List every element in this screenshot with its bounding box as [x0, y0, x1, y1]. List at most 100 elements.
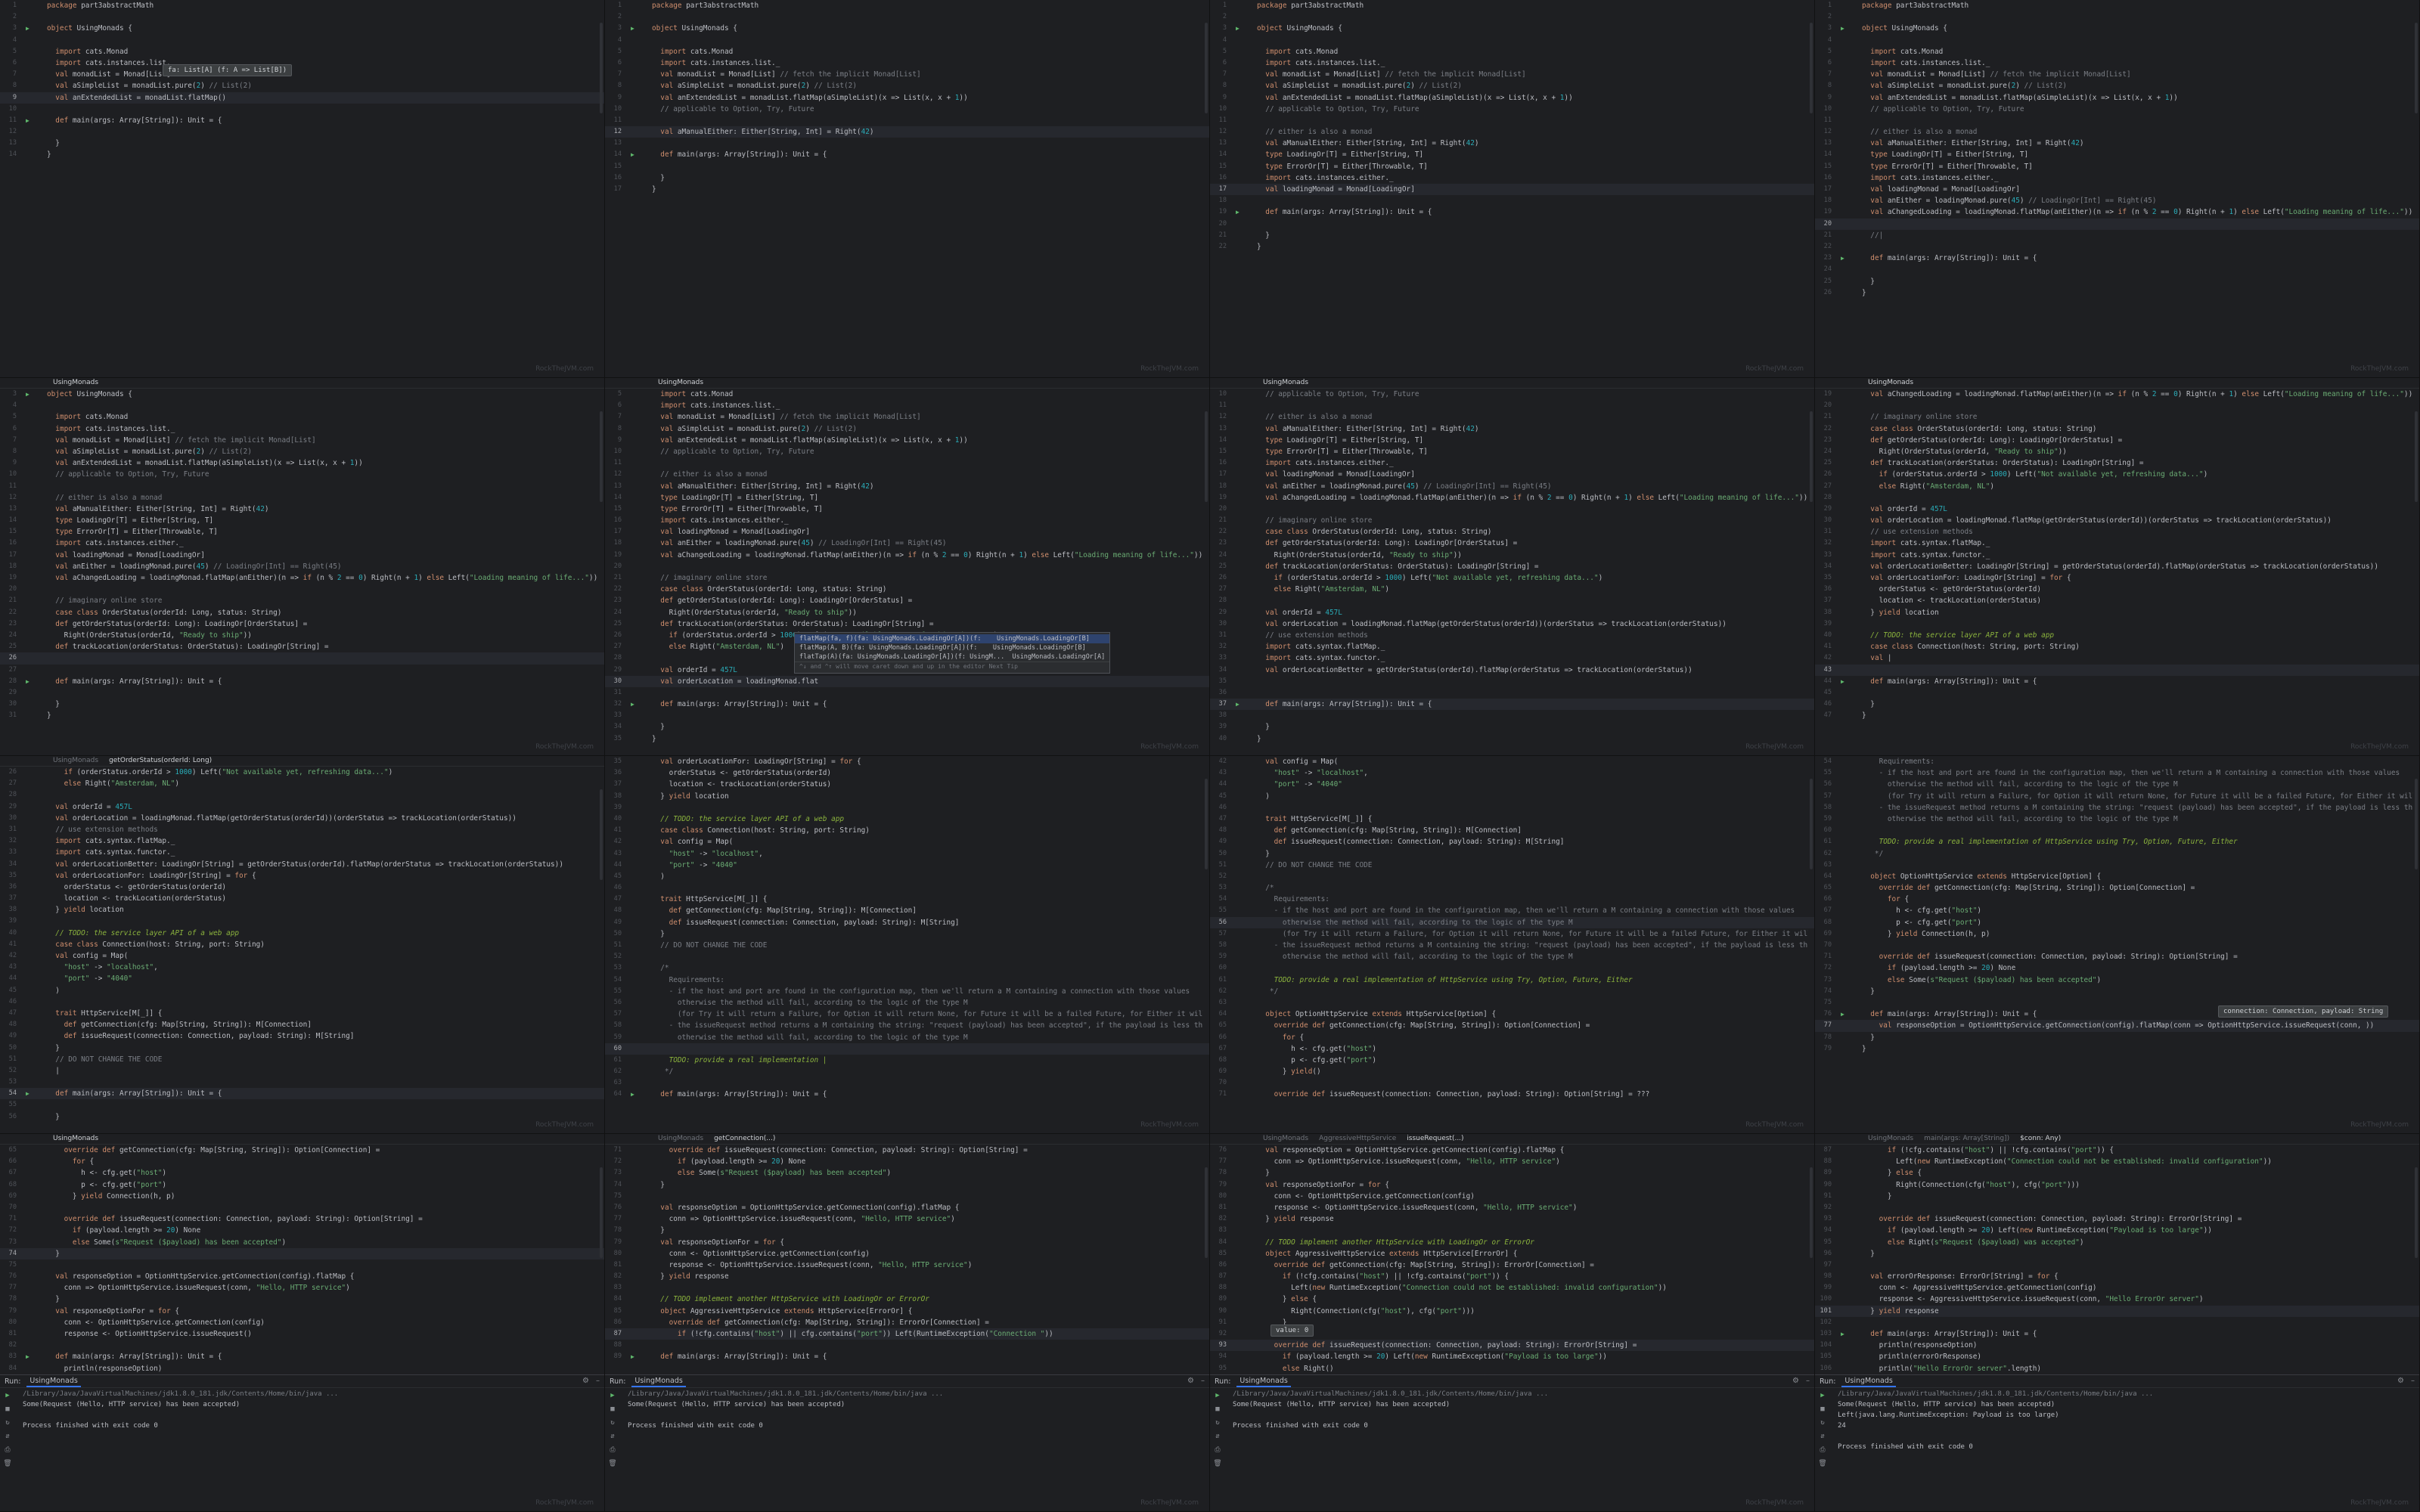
console-output[interactable]: /Library/Java/JavaVirtualMachines/jdk1.8… — [1838, 1389, 2413, 1452]
code-line[interactable]: 6 import cats.instances.list._ — [1815, 57, 2419, 69]
code-line[interactable]: 73 else Some(s"Request ($payload) has be… — [1815, 974, 2419, 986]
restore-icon[interactable]: ↻ — [610, 1418, 614, 1427]
code-line[interactable]: 70 — [1210, 1077, 1814, 1089]
code-line[interactable]: 74 } — [0, 1247, 604, 1259]
code-line[interactable]: 76 val responseOption = OptionHttpServic… — [605, 1202, 1209, 1213]
code-line[interactable]: 59 otherwise the method will fail, accor… — [1815, 813, 2419, 825]
code-line[interactable]: 5 import cats.Monad — [0, 46, 604, 57]
code-line[interactable]: 71 override def issueRequest(connection:… — [0, 1213, 604, 1225]
code-line[interactable]: 19 val aChangedLoading = loadingMonad.fl… — [1210, 492, 1814, 503]
code-line[interactable]: 53 — [0, 1077, 604, 1088]
code-line[interactable]: 77 conn => OptionHttpService.issueReques… — [605, 1213, 1209, 1225]
code-line[interactable]: ▶ 3 object UsingMonads { — [0, 23, 604, 34]
completion-item[interactable]: flatTap(A)(fa: UsingMonads.LoadingOr[A])… — [795, 652, 1109, 662]
code-line[interactable]: 87 if (!cfg.contains("host") || !cfg.con… — [1210, 1271, 1814, 1282]
code-line[interactable]: 5 import cats.Monad — [605, 389, 1209, 400]
code-line[interactable]: 76 val responseOption = OptionHttpServic… — [0, 1271, 604, 1282]
code-line[interactable]: 22 case class OrderStatus(orderId: Long,… — [605, 584, 1209, 595]
code-line[interactable]: 42 val config = Map( — [1210, 756, 1814, 767]
code-line[interactable]: 78 } — [0, 1294, 604, 1305]
completion-item[interactable]: flatMap(fa, f)(fa: UsingMonads.LoadingOr… — [795, 634, 1110, 643]
code-line[interactable]: 21 // imaginary online store — [1210, 515, 1814, 526]
code-line[interactable]: 9 val anExtendedList = monadList.flatMap… — [1815, 92, 2419, 104]
breadcrumb-item[interactable]: AggressiveHttpService — [1319, 1135, 1396, 1142]
code-line[interactable]: 100 response <- AggressiveHttpService.is… — [1815, 1294, 2419, 1305]
code-line[interactable]: 29 val orderId = 457L — [1815, 503, 2419, 515]
code-line[interactable]: 20 — [0, 584, 604, 595]
code-line[interactable]: 46 } — [1815, 699, 2419, 710]
code-line[interactable]: 71 override def issueRequest(connection:… — [605, 1145, 1209, 1156]
code-line[interactable]: 101 } yield response — [1815, 1305, 2419, 1317]
code-line[interactable]: 71 override def issueRequest(connection:… — [1815, 951, 2419, 962]
run-gutter-icon[interactable]: ▶ — [1841, 1009, 1844, 1020]
code-line[interactable]: 47 trait HttpService[M[_]] { — [605, 894, 1209, 905]
run-tab[interactable]: UsingMonads — [26, 1376, 81, 1387]
code-line[interactable]: 14 type LoadingOr[T] = Either[String, T] — [1210, 435, 1814, 446]
code-line[interactable]: 90 Right(Connection(cfg("host"), cfg("po… — [1210, 1306, 1814, 1317]
code-line[interactable]: 15 type ErrorOr[T] = Either[Throwable, T… — [1210, 446, 1814, 457]
print-icon[interactable]: ⎙ — [5, 1445, 10, 1455]
code-line[interactable]: 43 "host" -> "localhost", — [605, 848, 1209, 860]
breadcrumb-item[interactable]: UsingMonads — [53, 1135, 98, 1142]
code-line[interactable]: ▶ 3 object UsingMonads { — [0, 389, 604, 400]
code-line[interactable]: 104 println(responseOption) — [1815, 1340, 2419, 1351]
code-line[interactable]: 1 package part3abstractMath — [605, 0, 1209, 11]
code-line[interactable]: 2 — [0, 11, 604, 23]
code-line[interactable]: 80 conn <- OptionHttpService.getConnecti… — [605, 1248, 1209, 1259]
code-line[interactable]: 78 } — [1815, 1032, 2419, 1043]
code-line[interactable]: ▶ 83 def main(args: Array[String]): Unit … — [0, 1351, 604, 1362]
code-editor[interactable]: 1 package part3abstractMath 2 ▶ 3 object Usin… — [605, 0, 1209, 377]
code-line[interactable]: 63 — [1210, 997, 1814, 1009]
code-line[interactable]: 60 — [1210, 962, 1814, 974]
breadcrumb-item[interactable]: UsingMonads — [53, 379, 98, 386]
code-line[interactable]: 41 case class Connection(host: String, p… — [1815, 641, 2419, 652]
run-gutter-icon[interactable]: ▶ — [26, 1088, 29, 1099]
code-line[interactable]: 48 def getConnection(cfg: Map[String, St… — [0, 1019, 604, 1030]
code-line[interactable]: 22 — [1815, 241, 2419, 253]
code-line[interactable]: 98 val errorOrResponse: ErrorOr[String] … — [1815, 1271, 2419, 1282]
code-line[interactable]: 1 package part3abstractMath — [0, 0, 604, 11]
code-line[interactable]: 81 response <- OptionHttpService.issueRe… — [1210, 1202, 1814, 1213]
code-line[interactable]: 88 Left(new RuntimeException("Connection… — [1815, 1156, 2419, 1167]
code-line[interactable]: ▶ 89 def main(args: Array[String]): Unit … — [605, 1351, 1209, 1362]
code-line[interactable]: 86 override def getConnection(cfg: Map[S… — [605, 1317, 1209, 1328]
code-line[interactable]: 38 } yield location — [1815, 607, 2419, 618]
code-line[interactable]: 30 val orderLocation = loadingMonad.flat… — [1815, 515, 2419, 526]
code-line[interactable]: 14 type LoadingOr[T] = Either[String, T] — [1210, 149, 1814, 160]
breadcrumb-item[interactable]: $conn: Any) — [2020, 1135, 2061, 1142]
stop-icon[interactable]: ■ — [610, 1405, 614, 1414]
code-line[interactable]: 46 — [1210, 802, 1814, 813]
code-line[interactable]: 9 val anExtendedList = monadList.flatMap… — [0, 457, 604, 469]
code-line[interactable]: 63 — [605, 1077, 1209, 1089]
code-line[interactable]: 21 // imaginary online store — [1815, 411, 2419, 423]
print-icon[interactable]: ⎙ — [1215, 1445, 1220, 1455]
run-gutter-icon[interactable]: ▶ — [1841, 676, 1844, 687]
code-line[interactable]: 7 val monadList = Monad[List] — [0, 69, 604, 80]
code-line[interactable]: 58 - the issueRequest method returns a M… — [605, 1020, 1209, 1031]
code-line[interactable]: 19 val aChangedLoading = loadingMonad.fl… — [0, 572, 604, 584]
code-line[interactable]: 55 - if the host and port are found in t… — [1210, 905, 1814, 916]
rerun-icon[interactable]: ▶ — [610, 1391, 614, 1400]
code-line[interactable]: 73 else Some(s"Request ($payload) has be… — [605, 1167, 1209, 1179]
code-line[interactable]: 13 val aManualEither: Either[String, Int… — [1210, 423, 1814, 435]
code-line[interactable]: 5 import cats.Monad — [0, 411, 604, 423]
code-line[interactable]: 15 type ErrorOr[T] = Either[Throwable, T… — [1210, 161, 1814, 172]
console-output[interactable]: /Library/Java/JavaVirtualMachines/jdk1.8… — [23, 1389, 598, 1431]
code-line[interactable]: 42 val | — [1815, 652, 2419, 664]
code-line[interactable]: 17 val loadingMonad = Monad[LoadingOr] — [0, 550, 604, 561]
code-line[interactable]: 41 case class Connection(host: String, p… — [0, 939, 604, 950]
code-line[interactable]: 13 val aManualEither: Either[String, Int… — [1815, 138, 2419, 149]
code-line[interactable]: 77 val responseOption = OptionHttpServic… — [1815, 1020, 2419, 1032]
code-line[interactable]: 34 val orderLocationBetter: LoadingOr[St… — [1815, 561, 2419, 572]
code-line[interactable]: ▶ 37 def main(args: Array[String]): Unit … — [1210, 699, 1814, 711]
code-line[interactable]: 81 response <- OptionHttpService.issueRe… — [605, 1259, 1209, 1271]
code-line[interactable]: 83 — [605, 1282, 1209, 1294]
code-line[interactable]: 24 Right(OrderStatus(orderId, "Ready to … — [1815, 446, 2419, 457]
code-line[interactable]: 84 // TODO implement another HttpService… — [605, 1294, 1209, 1305]
code-line[interactable]: 64 object OptionHttpService extends Http… — [1210, 1009, 1814, 1020]
breadcrumb-item[interactable]: UsingMonads — [53, 757, 98, 764]
code-line[interactable]: 10 // applicable to Option, Try, Future — [605, 104, 1209, 115]
code-line[interactable]: 27 else Right("Amsterdam, NL") — [1210, 584, 1814, 595]
code-line[interactable]: 7 val monadList = Monad[List] // fetch t… — [605, 69, 1209, 80]
code-line[interactable]: 47} — [1815, 710, 2419, 721]
